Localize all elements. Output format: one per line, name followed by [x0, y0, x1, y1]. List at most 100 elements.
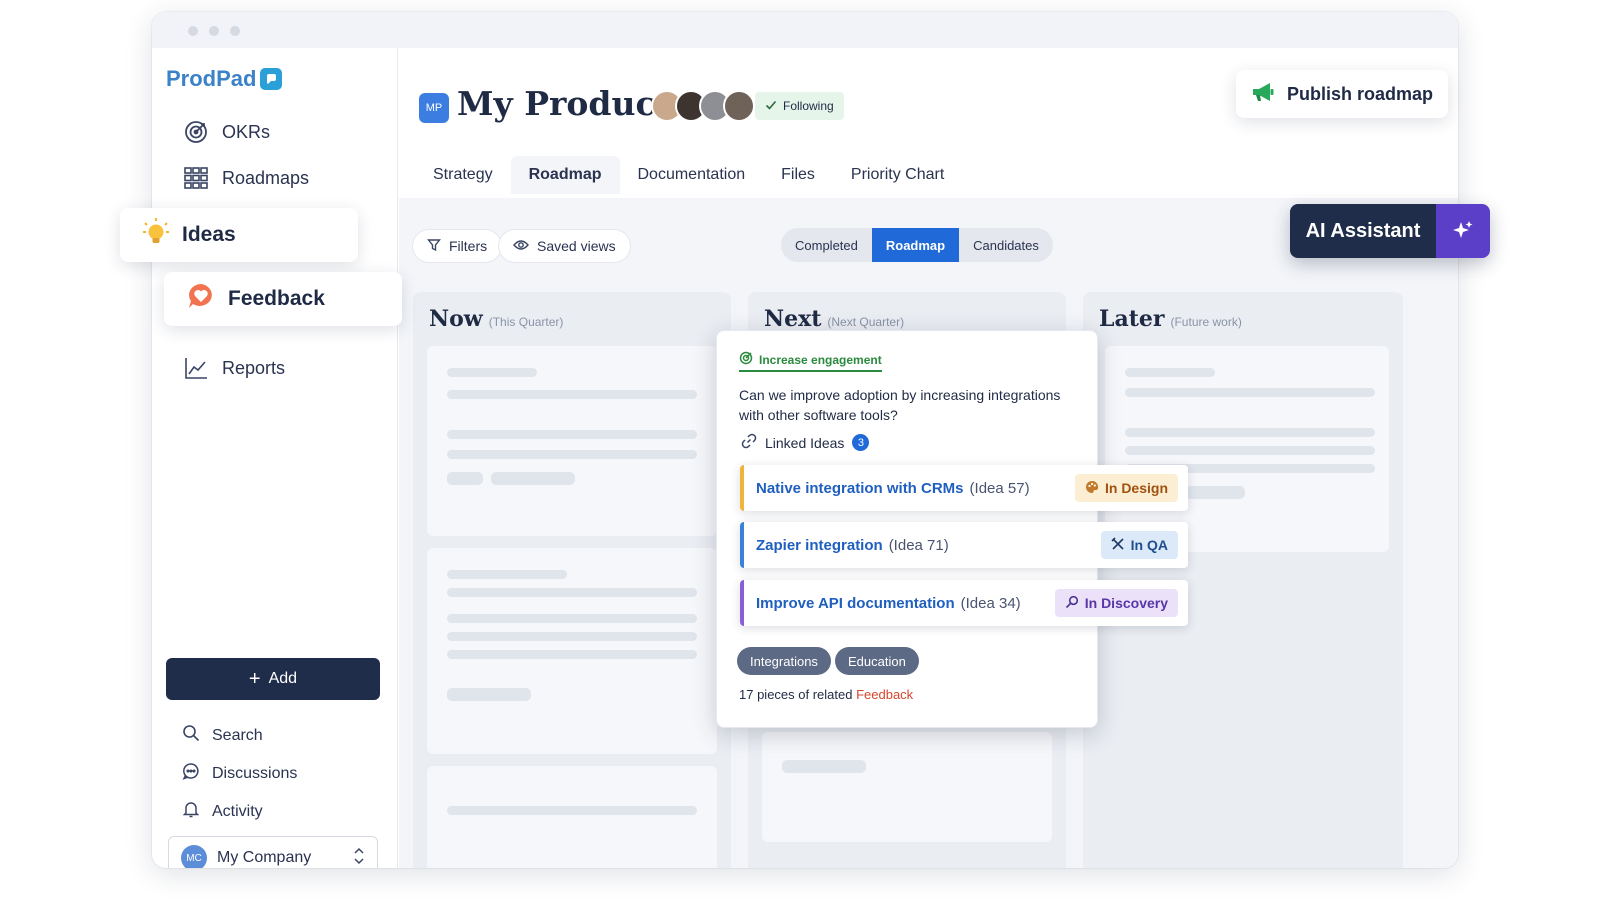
tab-roadmap[interactable]: Roadmap [510, 156, 620, 194]
following-badge[interactable]: Following [755, 92, 844, 120]
status-stripe [740, 522, 744, 568]
idea-id: (Idea 71) [888, 536, 949, 554]
filters-button[interactable]: Filters [413, 230, 502, 262]
tab-strategy[interactable]: Strategy [415, 156, 511, 194]
heart-chat-icon [186, 282, 216, 316]
placeholder-card [762, 732, 1052, 842]
window-dot-minimize[interactable] [209, 26, 219, 36]
sidebar-link-label: Activity [212, 802, 263, 820]
status-stripe [740, 465, 744, 511]
sidebar-item-label: Ideas [182, 223, 236, 246]
column-title: Now (This Quarter) [429, 306, 564, 332]
placeholder-card [427, 346, 717, 536]
tab-priority-chart[interactable]: Priority Chart [833, 156, 962, 194]
list-item[interactable]: Zapier integration (Idea 71) In QA [740, 522, 1188, 568]
publish-roadmap-button[interactable]: Publish roadmap [1236, 70, 1448, 118]
sidebar-item-ideas[interactable]: Ideas [120, 208, 358, 262]
segment-candidates[interactable]: Candidates [959, 228, 1053, 262]
idea-title: Improve API documentation [756, 594, 955, 612]
view-segment-control: Completed Roadmap Candidates [781, 228, 1053, 262]
window-dot-close[interactable] [188, 26, 198, 36]
idea-id: (Idea 57) [969, 479, 1030, 497]
tag-integrations[interactable]: Integrations [737, 647, 831, 675]
related-feedback-text: 17 pieces of related Feedback [739, 687, 913, 702]
tab-files[interactable]: Files [763, 156, 833, 194]
filter-icon [427, 238, 441, 255]
filters-label: Filters [449, 238, 488, 254]
initiative-question: Can we improve adoption by increasing in… [739, 387, 1061, 423]
magnifier-icon [1065, 595, 1079, 612]
add-button-label: Add [268, 670, 298, 687]
chevron-updown-icon [353, 847, 365, 869]
title-bar [152, 12, 1458, 48]
segment-completed[interactable]: Completed [781, 228, 872, 262]
ai-assistant-button[interactable]: AI Assistant [1290, 204, 1490, 258]
company-switcher[interactable]: MC My Company [168, 836, 378, 868]
idea-id: (Idea 34) [960, 594, 1021, 612]
sidebar-item-label: OKRs [222, 121, 271, 142]
tag-education[interactable]: Education [835, 647, 919, 675]
window-dot-maximize[interactable] [230, 26, 240, 36]
placeholder-card [427, 766, 717, 868]
sidebar: ProdPad OKRs Roadmaps Reports + Add Sear… [152, 48, 398, 868]
sidebar-item-okrs[interactable]: OKRs [182, 118, 270, 146]
linked-ideas-header: Linked Ideas 3 [741, 433, 870, 452]
sidebar-link-activity[interactable]: Activity [182, 800, 263, 823]
lightbulb-icon [142, 217, 170, 253]
saved-views-button[interactable]: Saved views [499, 230, 630, 262]
target-icon [739, 351, 753, 368]
chat-icon [182, 762, 200, 785]
bell-icon [182, 800, 200, 823]
list-item[interactable]: Native integration with CRMs (Idea 57) I… [740, 465, 1188, 511]
prodpad-logo[interactable]: ProdPad [166, 66, 283, 92]
product-badge: MP [419, 93, 449, 123]
column-title: Next (Next Quarter) [764, 306, 905, 332]
tools-icon [1111, 536, 1125, 554]
megaphone-icon [1251, 81, 1275, 108]
idea-title: Native integration with CRMs [756, 479, 964, 497]
objective-tag[interactable]: Increase engagement [739, 351, 882, 372]
sidebar-link-discussions[interactable]: Discussions [182, 762, 297, 785]
target-icon [182, 118, 210, 146]
ai-assistant-label: AI Assistant [1290, 204, 1436, 258]
column-now: Now (This Quarter) [413, 292, 731, 868]
related-feedback-link[interactable]: Feedback [856, 687, 913, 702]
logo-mark-icon [260, 68, 283, 90]
linked-ideas-count: 3 [852, 434, 870, 451]
search-icon [182, 724, 200, 747]
list-item[interactable]: Improve API documentation (Idea 34) In D… [740, 580, 1188, 626]
linked-ideas-label: Linked Ideas [765, 434, 845, 451]
sidebar-item-feedback[interactable]: Feedback [164, 272, 402, 326]
sidebar-link-search[interactable]: Search [182, 724, 263, 747]
status-badge: In Discovery [1054, 589, 1178, 617]
idea-title: Zapier integration [756, 536, 883, 554]
follower-avatars[interactable] [651, 90, 755, 122]
logo-text: ProdPad [166, 66, 257, 91]
palette-icon [1085, 480, 1099, 497]
add-button[interactable]: + Add [166, 658, 380, 700]
sparkle-icon [1436, 204, 1490, 258]
status-stripe [740, 580, 744, 626]
sidebar-item-roadmaps[interactable]: Roadmaps [182, 164, 309, 192]
sidebar-link-label: Search [212, 726, 263, 744]
sidebar-item-reports[interactable]: Reports [182, 354, 285, 382]
column-title: Later (Future work) [1099, 306, 1242, 332]
status-badge: In QA [1100, 531, 1178, 559]
line-chart-icon [182, 354, 210, 382]
sidebar-item-label: Roadmaps [222, 167, 310, 188]
publish-label: Publish roadmap [1286, 83, 1434, 104]
status-badge: In Design [1074, 474, 1178, 502]
related-count: 17 pieces [739, 687, 795, 702]
sidebar-item-label: Reports [222, 357, 286, 378]
avatar [723, 90, 755, 122]
segment-roadmap[interactable]: Roadmap [871, 228, 960, 262]
sidebar-link-label: Discussions [212, 764, 298, 782]
plus-icon: + [248, 668, 261, 690]
page-title: My Product [457, 84, 671, 123]
placeholder-card [427, 548, 717, 754]
status-label: In Design [1104, 480, 1168, 496]
status-label: In QA [1130, 537, 1168, 553]
sidebar-item-label: Feedback [228, 287, 325, 310]
objective-label: Increase engagement [759, 352, 882, 367]
tab-documentation[interactable]: Documentation [620, 156, 764, 194]
